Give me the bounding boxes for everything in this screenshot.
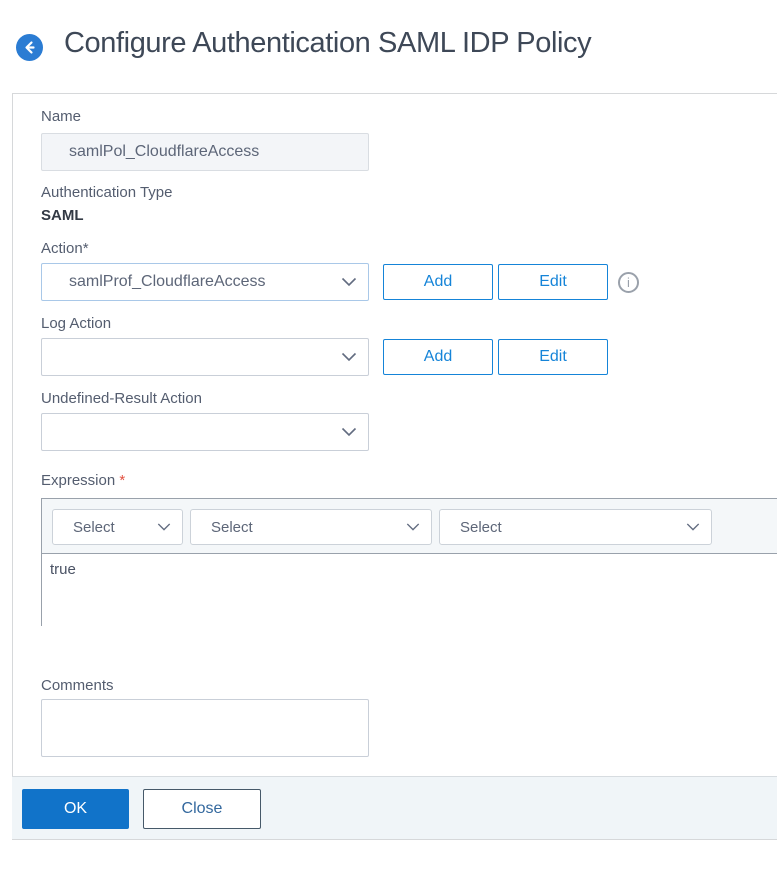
expression-select-3-value: Select xyxy=(440,519,711,536)
comments-label: Comments xyxy=(41,677,114,694)
required-asterisk: * xyxy=(119,472,125,489)
log-action-label: Log Action xyxy=(41,315,111,332)
expression-select-2[interactable]: Select xyxy=(190,509,432,545)
name-label: Name xyxy=(41,108,81,125)
form-panel: Name Authentication Type SAML Action* sa… xyxy=(12,93,777,840)
expression-select-2-value: Select xyxy=(191,519,431,536)
chevron-down-icon xyxy=(157,523,171,532)
undefined-result-action-label: Undefined-Result Action xyxy=(41,390,202,407)
chevron-down-icon xyxy=(406,523,420,532)
expression-select-1[interactable]: Select xyxy=(52,509,183,545)
log-action-add-button[interactable]: Add xyxy=(383,339,493,375)
expression-input[interactable]: true xyxy=(42,554,777,626)
configure-saml-idp-policy-page: Configure Authentication SAML IDP Policy… xyxy=(0,0,777,877)
close-button[interactable]: Close xyxy=(143,789,261,829)
action-edit-button[interactable]: Edit xyxy=(498,264,608,300)
action-select-value: samlProf_CloudflareAccess xyxy=(42,273,368,291)
action-select[interactable]: samlProf_CloudflareAccess xyxy=(41,263,369,301)
action-add-button[interactable]: Add xyxy=(383,264,493,300)
chevron-down-icon xyxy=(341,352,357,362)
expression-editor: Select Select Select xyxy=(41,498,777,626)
chevron-down-icon xyxy=(341,427,357,437)
auth-type-value: SAML xyxy=(41,207,84,224)
ok-button[interactable]: OK xyxy=(22,789,129,829)
chevron-down-icon xyxy=(341,277,357,287)
undefined-result-action-select[interactable] xyxy=(41,413,369,451)
expression-label-text: Expression xyxy=(41,472,115,489)
auth-type-label: Authentication Type xyxy=(41,184,172,201)
expression-select-3[interactable]: Select xyxy=(439,509,712,545)
expression-editor-toolbar: Select Select Select xyxy=(42,499,777,554)
arrow-left-icon xyxy=(21,39,38,56)
dialog-footer: OK Close xyxy=(12,776,777,839)
name-input[interactable] xyxy=(41,133,369,171)
chevron-down-icon xyxy=(686,523,700,532)
page-title: Configure Authentication SAML IDP Policy xyxy=(64,27,591,60)
log-action-edit-button[interactable]: Edit xyxy=(498,339,608,375)
info-icon[interactable]: i xyxy=(618,272,639,293)
log-action-select[interactable] xyxy=(41,338,369,376)
action-label: Action* xyxy=(41,240,89,257)
back-button[interactable] xyxy=(16,34,43,61)
comments-input[interactable] xyxy=(41,699,369,757)
expression-label: Expression * xyxy=(41,472,125,489)
